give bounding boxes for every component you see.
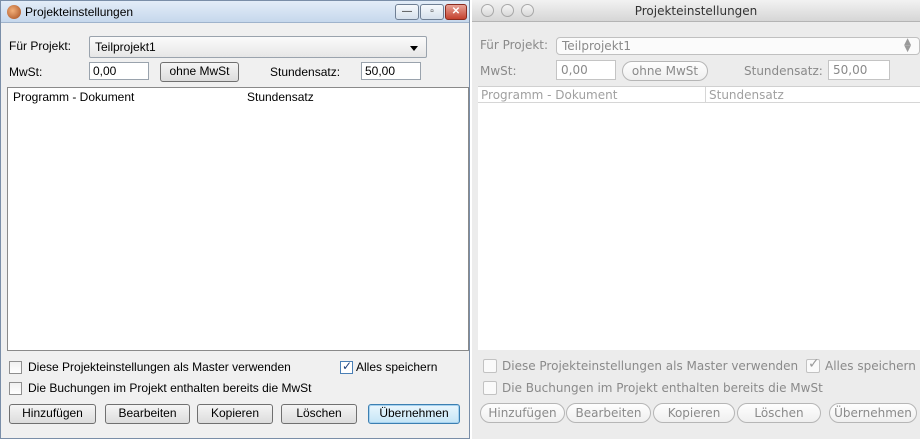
- edit-button[interactable]: Bearbeiten: [105, 404, 190, 424]
- column-header-program-document[interactable]: Programm - Dokument: [10, 88, 242, 106]
- save-all-checkbox[interactable]: [806, 356, 820, 373]
- vat-label: MwSt:: [480, 64, 517, 78]
- vat-input[interactable]: [556, 60, 616, 80]
- project-label: Für Projekt:: [480, 38, 549, 52]
- save-all-checkbox-label: Alles speichern: [825, 359, 916, 373]
- hourly-rate-input[interactable]: [828, 60, 890, 80]
- add-button[interactable]: Hinzufügen: [480, 403, 565, 423]
- mac-dialog: Projekteinstellungen Für Projekt: Teilpr…: [472, 0, 920, 439]
- no-vat-button[interactable]: ohne MwSt: [160, 62, 239, 82]
- project-table[interactable]: Programm - Dokument Stundensatz: [478, 86, 920, 350]
- master-checkbox-label: Diese Projekteinstellungen als Master ve…: [28, 360, 291, 374]
- column-header-program-document[interactable]: Programm - Dokument: [478, 87, 706, 103]
- minimize-button[interactable]: —: [395, 4, 419, 20]
- save-all-checkbox[interactable]: [340, 359, 353, 374]
- project-table[interactable]: Programm - Dokument Stundensatz: [7, 87, 469, 351]
- vat-input[interactable]: [89, 62, 149, 80]
- maximize-button[interactable]: ▫: [420, 4, 444, 20]
- column-header-hourly-rate[interactable]: Stundensatz: [244, 88, 464, 106]
- close-icon: ✕: [451, 6, 461, 17]
- hourly-rate-label: Stundensatz:: [270, 65, 341, 79]
- title-bar: Projekteinstellungen: [472, 0, 920, 22]
- project-select[interactable]: Teilprojekt1: [89, 36, 427, 58]
- master-checkbox-label: Diese Projekteinstellungen als Master ve…: [502, 359, 799, 373]
- apply-button[interactable]: Übernehmen: [829, 403, 917, 423]
- up-down-arrows-icon: ▲ ▼: [904, 37, 911, 54]
- dropdown-arrow-icon: [410, 46, 418, 51]
- hourly-rate-input[interactable]: [361, 62, 421, 80]
- minimize-icon: —: [402, 6, 412, 17]
- apply-button[interactable]: Übernehmen: [368, 404, 460, 424]
- delete-button[interactable]: Löschen: [281, 404, 357, 424]
- hourly-rate-label: Stundensatz:: [744, 64, 823, 78]
- vat-included-checkbox[interactable]: [9, 382, 22, 395]
- vat-included-checkbox[interactable]: [483, 381, 497, 395]
- project-select-value: Teilprojekt1: [562, 39, 631, 53]
- project-label: Für Projekt:: [9, 39, 72, 53]
- window-title: Projekteinstellungen: [634, 4, 758, 18]
- master-checkbox[interactable]: [483, 359, 497, 373]
- project-select-value: Teilprojekt1: [95, 40, 156, 54]
- copy-button[interactable]: Kopieren: [653, 403, 735, 423]
- delete-button[interactable]: Löschen: [737, 403, 821, 423]
- maximize-icon: ▫: [430, 6, 434, 17]
- save-all-checkbox-label: Alles speichern: [356, 360, 438, 374]
- windows-dialog: Projekteinstellungen — ▫ ✕ Für Projekt: …: [0, 0, 470, 439]
- project-select[interactable]: Teilprojekt1 ▲ ▼: [556, 37, 920, 55]
- no-vat-button[interactable]: ohne MwSt: [622, 61, 708, 81]
- title-bar: Projekteinstellungen — ▫ ✕: [1, 1, 469, 23]
- copy-button[interactable]: Kopieren: [197, 404, 273, 424]
- close-button[interactable]: ✕: [445, 4, 467, 20]
- vat-label: MwSt:: [9, 65, 43, 79]
- vat-included-checkbox-label: Die Buchungen im Projekt enthalten berei…: [28, 381, 312, 395]
- app-icon: [7, 5, 21, 19]
- add-button[interactable]: Hinzufügen: [9, 404, 96, 424]
- column-header-hourly-rate[interactable]: Stundensatz: [706, 87, 920, 103]
- edit-button[interactable]: Bearbeiten: [566, 403, 651, 423]
- master-checkbox[interactable]: [9, 361, 22, 374]
- vat-included-checkbox-label: Die Buchungen im Projekt enthalten berei…: [502, 381, 823, 395]
- window-title: Projekteinstellungen: [25, 5, 134, 19]
